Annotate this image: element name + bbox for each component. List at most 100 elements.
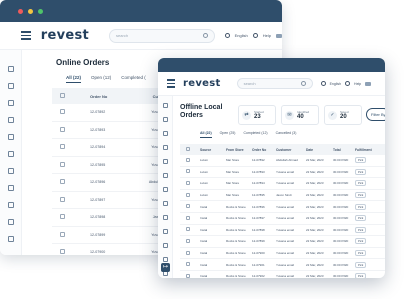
menu-icon[interactable] <box>21 31 31 40</box>
sync-icon[interactable] <box>7 219 14 225</box>
row-checkbox[interactable] <box>186 169 190 174</box>
fulfillment-badge[interactable]: Pick <box>355 157 367 164</box>
fulfillment-badge[interactable]: Pick <box>355 273 367 278</box>
help-icon <box>345 81 351 86</box>
table-row[interactable]: Lulum Mar Store 12-07894 Yuvana email 22 Mar… <box>180 178 385 190</box>
report-icon[interactable] <box>162 173 168 178</box>
search-input[interactable]: search <box>109 28 215 43</box>
tab-open[interactable]: Open (12) <box>91 75 111 83</box>
orders-icon[interactable] <box>7 134 14 140</box>
tab-completed[interactable]: Completed ( <box>121 75 146 83</box>
table-row[interactable]: Instal Rocks & Stone 12-07896 Yuvana email 2… <box>180 201 385 213</box>
truck-icon[interactable] <box>7 202 14 208</box>
fulfillment-badge[interactable]: Pick <box>355 215 367 222</box>
table-row[interactable]: Instal Rocks & Stone 12-07898 Yuvana email 2… <box>180 225 385 237</box>
row-checkbox[interactable] <box>60 196 65 202</box>
table-row[interactable]: Lulum Mar Store 12-07892 Abdullah Ahmad 22 M… <box>180 155 385 167</box>
table-row[interactable]: Instal Rocks & Stone 12-07899 Yuvana email 2… <box>180 236 385 248</box>
table-row[interactable]: Instal Rocks & Stone 12-07900 Yuvana email 2… <box>180 248 385 260</box>
row-checkbox[interactable] <box>186 215 190 220</box>
table-row[interactable]: Lulum Mar Store 12-07893 Yuvana email 22 Mar… <box>180 167 385 179</box>
tab-open[interactable]: Open (25) <box>220 131 236 138</box>
report-icon[interactable] <box>7 151 14 157</box>
close-dot[interactable] <box>18 8 23 14</box>
table-row[interactable]: Instal Rocks & Stone 12-07897 Yuvana email 2… <box>180 213 385 225</box>
row-checkbox[interactable] <box>60 161 65 167</box>
row-checkbox[interactable] <box>186 204 190 209</box>
row-checkbox[interactable] <box>186 157 190 162</box>
language-select[interactable]: English <box>330 82 341 86</box>
store-icon[interactable] <box>7 100 14 106</box>
logo: revest <box>40 28 90 43</box>
home-icon[interactable] <box>7 83 14 89</box>
globe-icon <box>224 33 230 38</box>
row-checkbox[interactable] <box>186 227 190 232</box>
filter-button[interactable]: Filter By <box>366 108 385 121</box>
gear-icon[interactable] <box>162 243 168 248</box>
row-checkbox[interactable] <box>186 238 190 243</box>
sync-icon[interactable] <box>162 229 168 234</box>
row-checkbox[interactable] <box>60 144 65 150</box>
settings-icon[interactable] <box>162 257 168 262</box>
fulfillment-badge[interactable]: Pick <box>355 192 367 199</box>
fulfillment-badge[interactable]: Pick <box>355 180 367 187</box>
tab-all[interactable]: All (22) <box>200 131 212 138</box>
dashboard-icon[interactable] <box>162 103 168 108</box>
table-row[interactable]: Lulum Mar Store 12-07895 Jaxon Sindi 22 Mar,… <box>180 190 385 202</box>
fulfillment-badge[interactable]: Pick <box>355 226 367 233</box>
minimize-dot[interactable] <box>28 8 33 14</box>
customer-cell: Yuvana email <box>276 262 295 267</box>
help-link[interactable]: Help <box>354 82 361 86</box>
source-cell: Instal <box>200 274 208 278</box>
logout-icon[interactable]: ↦ <box>161 263 170 272</box>
menu-icon[interactable] <box>167 79 175 88</box>
select-all-checkbox[interactable] <box>186 147 190 151</box>
flag-icon[interactable] <box>365 81 372 86</box>
row-checkbox[interactable] <box>186 250 190 255</box>
row-checkbox[interactable] <box>186 262 190 267</box>
box-icon[interactable] <box>162 145 168 150</box>
help-link[interactable]: Help <box>263 33 271 38</box>
tab-cancelled[interactable]: Cancelled (3) <box>276 131 297 138</box>
row-checkbox[interactable] <box>60 179 65 185</box>
tab-all[interactable]: All (22) <box>66 75 82 83</box>
gear-icon[interactable] <box>7 236 14 242</box>
row-checkbox[interactable] <box>60 126 65 132</box>
shop-icon[interactable] <box>7 185 14 191</box>
flag-icon[interactable] <box>276 33 282 38</box>
shop-icon[interactable] <box>162 201 168 206</box>
store-cell: Rocks & Stone <box>226 204 246 209</box>
calendar-icon[interactable] <box>7 168 14 174</box>
row-checkbox[interactable] <box>60 109 65 115</box>
tab-completed[interactable]: Completed (12) <box>243 131 267 138</box>
row-checkbox[interactable] <box>186 180 190 185</box>
row-checkbox[interactable] <box>60 249 65 255</box>
search-input[interactable]: search <box>236 78 313 89</box>
row-checkbox[interactable] <box>60 214 65 220</box>
maximize-dot[interactable] <box>38 8 43 14</box>
language-select[interactable]: English <box>235 33 248 38</box>
toolbar: English Help <box>224 33 282 38</box>
box-icon[interactable] <box>7 117 14 123</box>
truck-icon[interactable] <box>162 215 168 220</box>
row-checkbox[interactable] <box>186 273 190 278</box>
orders-icon[interactable] <box>162 159 168 164</box>
select-all-checkbox[interactable] <box>60 93 65 98</box>
fulfillment-badge[interactable]: Pick <box>355 168 367 175</box>
calendar-icon[interactable] <box>162 187 168 192</box>
table-row[interactable]: Instal Rocks & Stone 12-07902 Yuvana email 2… <box>180 271 385 278</box>
row-checkbox[interactable] <box>186 192 190 197</box>
store-icon[interactable] <box>162 131 168 136</box>
globe-icon <box>320 81 326 86</box>
fulfillment-badge[interactable]: Pick <box>355 238 367 245</box>
row-checkbox-cell <box>52 144 90 150</box>
row-checkbox[interactable] <box>60 231 65 237</box>
dashboard-icon[interactable] <box>7 66 14 72</box>
fulfillment-badge[interactable]: Pick <box>355 203 367 210</box>
fulfillment-badge[interactable]: Pick <box>355 261 367 268</box>
store-cell: Rocks & Stone <box>226 227 246 232</box>
home-icon[interactable] <box>162 117 168 122</box>
source-cell: Instal <box>200 251 208 256</box>
fulfillment-badge[interactable]: Pick <box>355 250 367 257</box>
table-row[interactable]: Instal Rocks & Stone 12-07901 Yuvana email 2… <box>180 259 385 271</box>
